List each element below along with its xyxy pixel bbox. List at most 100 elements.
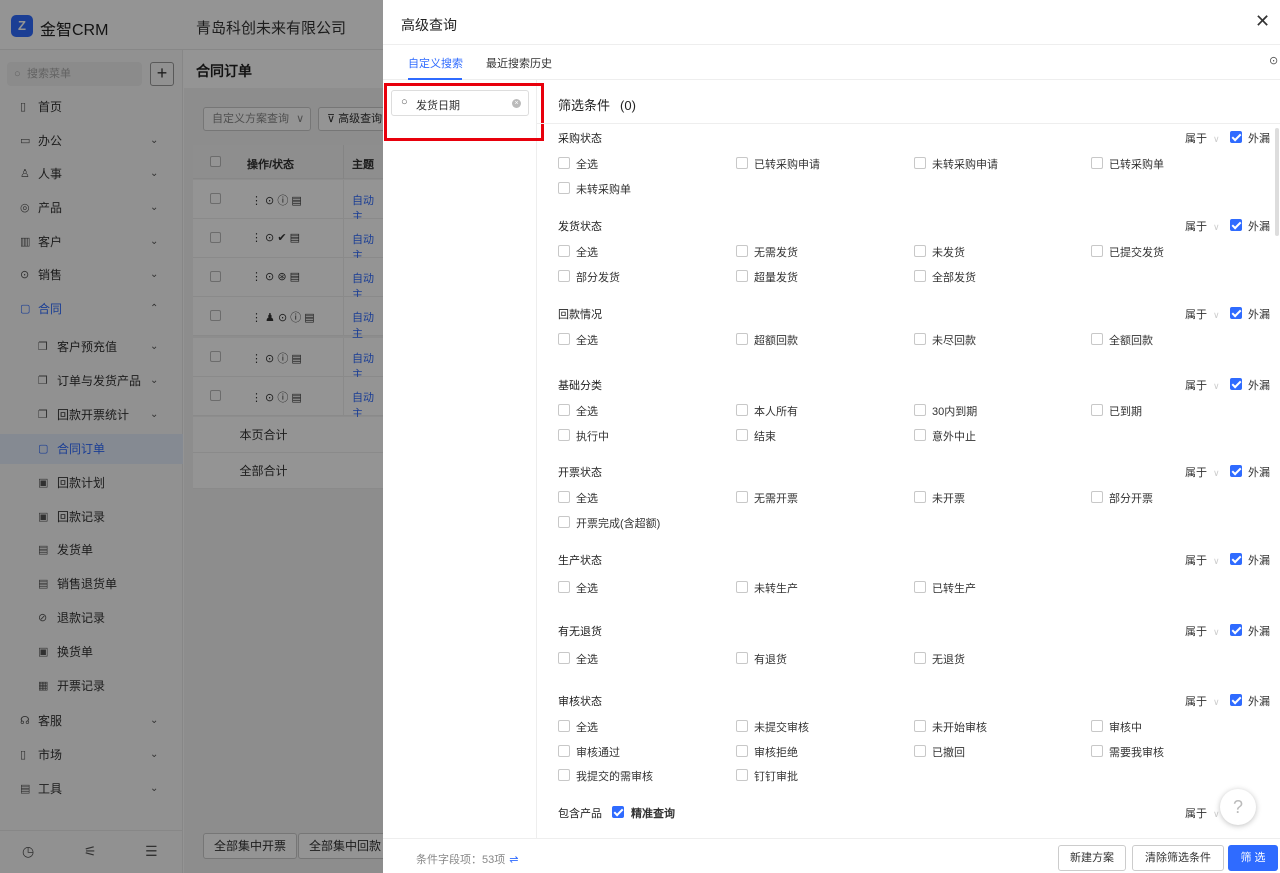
- option-label[interactable]: 无退货: [932, 651, 965, 667]
- option-checkbox[interactable]: [914, 404, 926, 416]
- option-label[interactable]: 已提交发货: [1109, 244, 1164, 260]
- option-label[interactable]: 未发货: [932, 244, 965, 260]
- option-label[interactable]: 未提交审核: [754, 719, 809, 735]
- option-checkbox[interactable]: [736, 269, 748, 282]
- filter-button[interactable]: 筛 选: [1228, 845, 1278, 871]
- option-label[interactable]: 全选: [576, 580, 598, 596]
- missing-checkbox[interactable]: [1230, 131, 1242, 143]
- option-label[interactable]: 超量发货: [754, 269, 798, 285]
- option-checkbox[interactable]: [736, 245, 748, 257]
- belong-select[interactable]: 属于 ∨: [1185, 306, 1220, 322]
- option-label[interactable]: 未转采购申请: [932, 156, 998, 172]
- belong-select[interactable]: 属于 ∨: [1185, 693, 1220, 709]
- option-label[interactable]: 全选: [576, 490, 598, 506]
- option-label[interactable]: 未转生产: [754, 580, 798, 596]
- missing-checkbox[interactable]: [1230, 378, 1242, 390]
- option-checkbox[interactable]: [558, 652, 570, 664]
- option-checkbox[interactable]: [558, 720, 570, 732]
- missing-checkbox[interactable]: [1230, 307, 1242, 319]
- scrollbar[interactable]: [1275, 128, 1279, 236]
- exact-query-checkbox[interactable]: [612, 806, 624, 818]
- option-label[interactable]: 结束: [754, 428, 776, 444]
- option-checkbox[interactable]: [736, 428, 748, 441]
- option-label[interactable]: 已到期: [1109, 403, 1142, 419]
- option-checkbox[interactable]: [1091, 404, 1103, 416]
- option-checkbox[interactable]: [1091, 744, 1103, 757]
- option-label[interactable]: 全选: [576, 244, 598, 260]
- missing-checkbox[interactable]: [1230, 553, 1242, 565]
- tab-search-history[interactable]: 最近搜索历史: [486, 55, 552, 71]
- new-scheme-button[interactable]: 新建方案: [1058, 845, 1126, 871]
- option-label[interactable]: 已撤回: [932, 744, 965, 760]
- option-label[interactable]: 已转生产: [932, 580, 976, 596]
- option-label[interactable]: 有退货: [754, 651, 787, 667]
- option-label[interactable]: 部分开票: [1109, 490, 1153, 506]
- tab-custom-search[interactable]: 自定义搜索: [408, 55, 463, 71]
- belong-select[interactable]: 属于 ∨: [1185, 130, 1220, 146]
- option-checkbox[interactable]: [736, 769, 748, 781]
- option-checkbox[interactable]: [558, 744, 570, 757]
- option-label[interactable]: 全选: [576, 403, 598, 419]
- option-label[interactable]: 本人所有: [754, 403, 798, 419]
- option-checkbox[interactable]: [736, 720, 748, 732]
- option-checkbox[interactable]: [558, 581, 570, 593]
- option-label[interactable]: 超额回款: [754, 332, 798, 348]
- option-label[interactable]: 全部发货: [932, 269, 976, 285]
- option-label[interactable]: 未转采购单: [576, 181, 631, 197]
- missing-checkbox[interactable]: [1230, 624, 1242, 636]
- option-label[interactable]: 意外中止: [932, 428, 976, 444]
- option-label[interactable]: 全选: [576, 651, 598, 667]
- clear-conditions-button[interactable]: 清除筛选条件: [1132, 845, 1224, 871]
- option-checkbox[interactable]: [736, 491, 748, 503]
- option-checkbox[interactable]: [914, 333, 926, 345]
- option-checkbox[interactable]: [914, 157, 926, 169]
- option-label[interactable]: 审核中: [1109, 719, 1142, 735]
- option-label[interactable]: 全选: [576, 719, 598, 735]
- option-checkbox[interactable]: [736, 581, 748, 593]
- sliders-icon[interactable]: ⇌: [509, 854, 518, 866]
- option-label[interactable]: 部分发货: [576, 269, 620, 285]
- option-label[interactable]: 已转采购单: [1109, 156, 1164, 172]
- option-checkbox[interactable]: [914, 245, 926, 257]
- belong-select[interactable]: 属于 ∨: [1185, 805, 1220, 821]
- missing-checkbox[interactable]: [1230, 694, 1242, 706]
- option-checkbox[interactable]: [558, 245, 570, 257]
- option-label[interactable]: 执行中: [576, 428, 609, 444]
- belong-select[interactable]: 属于 ∨: [1185, 218, 1220, 234]
- option-checkbox[interactable]: [914, 491, 926, 503]
- option-checkbox[interactable]: [1091, 333, 1103, 345]
- option-checkbox[interactable]: [558, 404, 570, 416]
- option-label[interactable]: 未尽回款: [932, 332, 976, 348]
- option-label[interactable]: 未开票: [932, 490, 965, 506]
- option-checkbox[interactable]: [558, 333, 570, 345]
- option-checkbox[interactable]: [558, 515, 570, 528]
- option-label[interactable]: 审核通过: [576, 744, 620, 760]
- option-label[interactable]: 未开始审核: [932, 719, 987, 735]
- option-checkbox[interactable]: [558, 181, 570, 194]
- missing-checkbox[interactable]: [1230, 465, 1242, 477]
- option-label[interactable]: 钉钉审批: [754, 768, 798, 784]
- option-checkbox[interactable]: [736, 404, 748, 416]
- option-label[interactable]: 全额回款: [1109, 332, 1153, 348]
- option-checkbox[interactable]: [1091, 157, 1103, 169]
- option-checkbox[interactable]: [736, 744, 748, 757]
- option-checkbox[interactable]: [736, 652, 748, 664]
- play-circle-icon[interactable]: ⊙: [1269, 54, 1278, 67]
- option-checkbox[interactable]: [914, 744, 926, 757]
- option-checkbox[interactable]: [1091, 245, 1103, 257]
- help-icon[interactable]: ?: [1220, 789, 1256, 825]
- option-label[interactable]: 无需发货: [754, 244, 798, 260]
- option-checkbox[interactable]: [1091, 491, 1103, 503]
- option-checkbox[interactable]: [914, 428, 926, 441]
- option-checkbox[interactable]: [558, 269, 570, 282]
- option-label[interactable]: 全选: [576, 156, 598, 172]
- missing-checkbox[interactable]: [1230, 219, 1242, 231]
- close-icon[interactable]: ✕: [1255, 11, 1270, 32]
- option-label[interactable]: 需要我审核: [1109, 744, 1164, 760]
- option-checkbox[interactable]: [558, 157, 570, 169]
- option-label[interactable]: 开票完成(含超额): [576, 515, 660, 531]
- option-checkbox[interactable]: [914, 720, 926, 732]
- option-checkbox[interactable]: [914, 581, 926, 593]
- option-label[interactable]: 全选: [576, 332, 598, 348]
- option-label[interactable]: 30内到期: [932, 403, 977, 419]
